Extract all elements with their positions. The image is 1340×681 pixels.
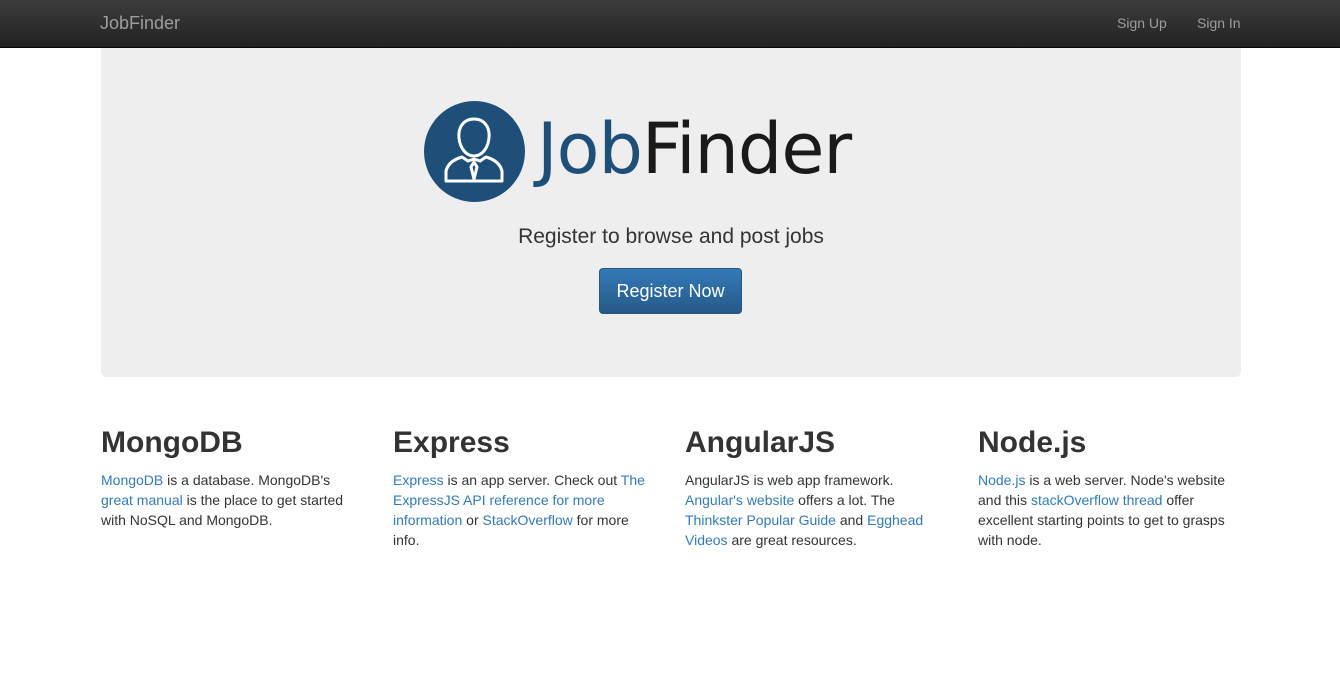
sign-up-link[interactable]: Sign Up [1117,15,1167,31]
inline-link[interactable]: StackOverflow [483,512,573,528]
hero-tagline: Register to browse and post jobs [518,225,824,248]
hero-jumbotron: JobFinder Register to browse and post jo… [101,48,1241,377]
column-description: AngularJS is web app framework. Angular'… [685,470,947,550]
column-title: MongoDB [101,426,243,459]
column-description: Node.js is a web server. Node's website … [978,470,1240,550]
inline-link[interactable]: great manual [101,492,183,508]
column-description: Express is an app server. Check out The … [393,470,655,550]
column-title: Node.js [978,426,1087,459]
feature-column-mongodb: MongoDB MongoDB is a database. MongoDB's… [101,425,363,530]
feature-column-angularjs: AngularJS AngularJS is web app framework… [685,425,947,550]
inline-link[interactable]: Angular's website [685,492,794,508]
inline-link[interactable]: Node.js [978,472,1025,488]
logo-wordmark: JobFinder [537,104,852,194]
register-now-button[interactable]: Register Now [599,268,742,314]
inline-text: offers a lot. The [794,492,895,508]
jobfinder-logo: JobFinder [424,100,924,204]
person-with-tie-icon [424,101,525,202]
inline-text: is an app server. Check out [443,472,621,488]
column-title: AngularJS [685,426,836,459]
inline-link[interactable]: Thinkster Popular Guide [685,512,836,528]
inline-text: or [462,512,483,528]
brand-link[interactable]: JobFinder [100,13,180,34]
sign-in-link[interactable]: Sign In [1197,15,1241,31]
feature-column-nodejs: Node.js Node.js is a web server. Node's … [978,425,1240,550]
inline-text: and [835,512,868,528]
inline-text: AngularJS is web app framework. [685,472,894,488]
inline-text: is a database. MongoDB's [163,472,331,488]
logo-text-job: Job [537,108,643,190]
column-description: MongoDB is a database. MongoDB's great m… [101,470,363,530]
inline-link[interactable]: MongoDB [101,472,163,488]
inline-link[interactable]: stackOverflow thread [1031,492,1163,508]
column-title: Express [393,426,510,459]
logo-text-finder: Finder [641,108,852,190]
navbar: JobFinder Sign Up Sign In [0,0,1340,48]
feature-column-express: Express Express is an app server. Check … [393,425,655,550]
inline-text: are great resources. [727,532,857,548]
inline-link[interactable]: Express [393,472,444,488]
